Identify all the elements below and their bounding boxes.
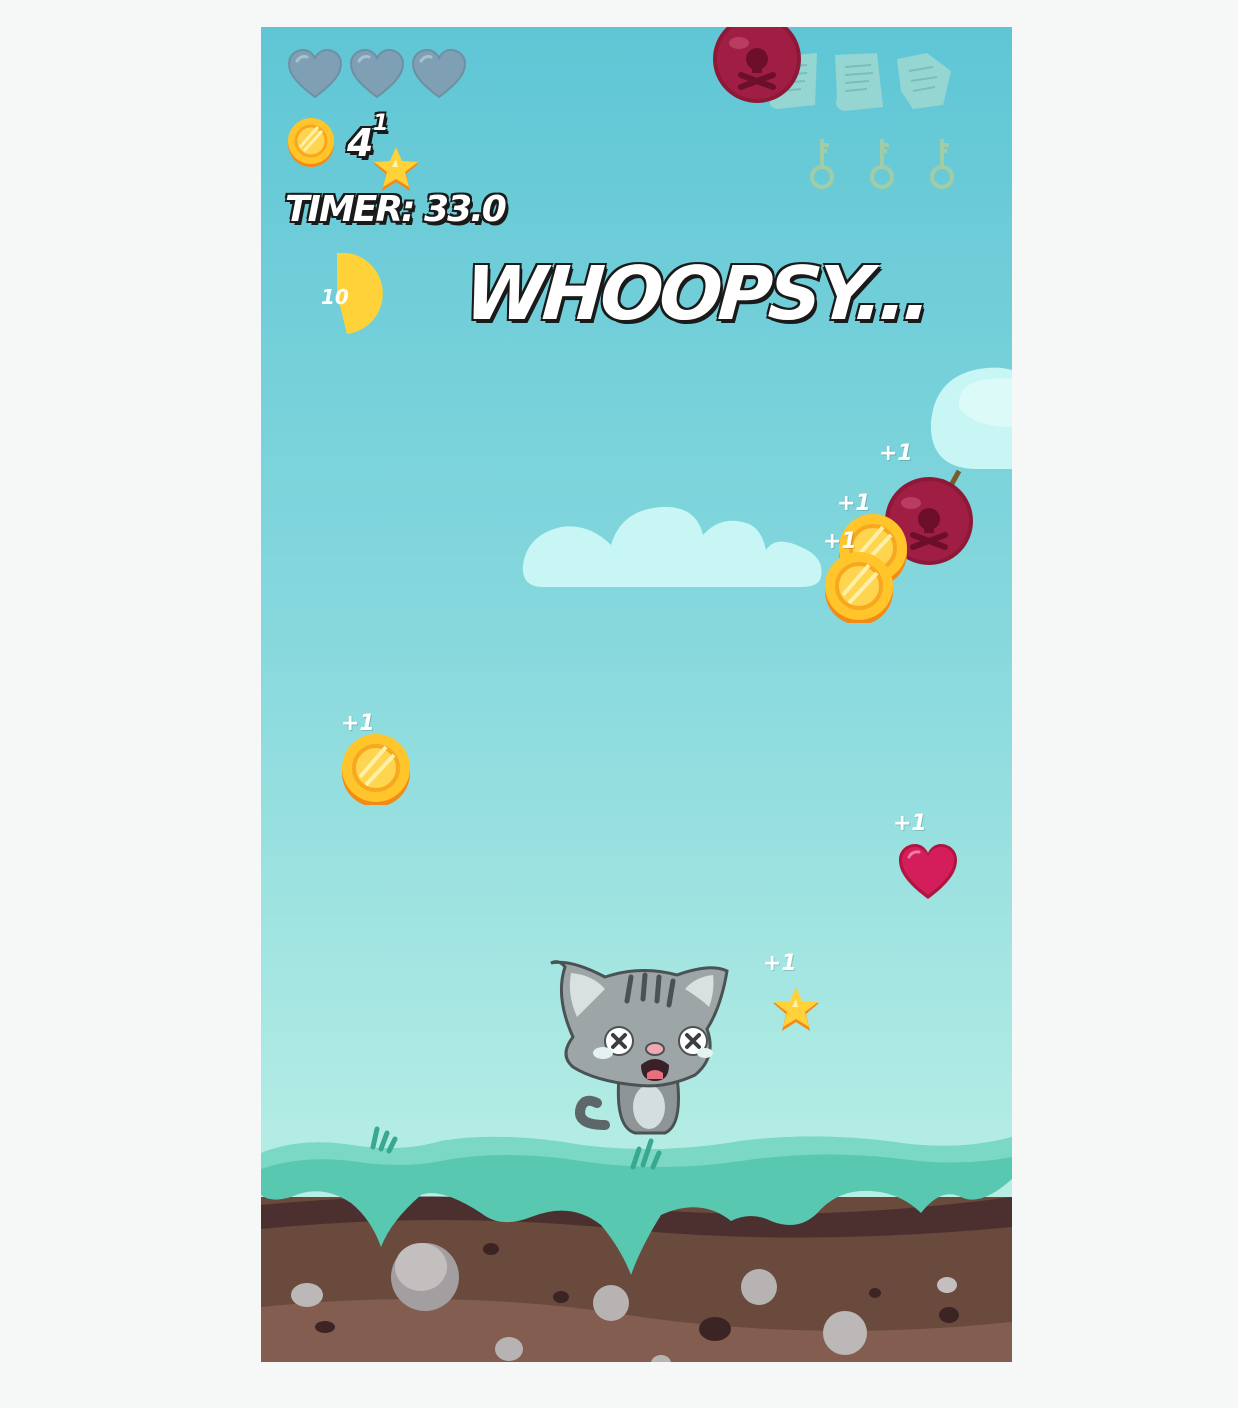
coin-count: 4	[347, 121, 374, 165]
ground-terrain	[261, 1126, 1012, 1362]
heart-empty-icon	[287, 49, 343, 99]
keys-tracker	[807, 137, 957, 191]
lives-container	[287, 49, 467, 99]
combo-value: 10	[321, 285, 349, 309]
heart-pickup-icon[interactable]	[897, 843, 959, 901]
heart-empty-icon	[411, 49, 467, 99]
coin-counter-icon	[288, 118, 334, 167]
scroll-page-icon	[897, 53, 951, 109]
heart-bonus-label: +1	[893, 811, 927, 836]
star-pickup-icon[interactable]	[771, 985, 821, 1033]
timer-text: TIMER: 33.0	[285, 189, 507, 230]
whoopsy-banner: WHOOPSY...	[461, 251, 931, 337]
heart-empty-icon	[349, 49, 405, 99]
coin-bonus-text: 1	[373, 111, 389, 136]
cloud-decoration-edge	[930, 367, 1012, 469]
scroll-page-icon	[835, 53, 883, 111]
game-screen[interactable]: 4 1 TIMER: 33.0 10 WHOOPSY... +1 +1 +1 +…	[261, 27, 1012, 1362]
cat-player[interactable]	[545, 957, 735, 1137]
key-icon	[870, 139, 894, 189]
star-bonus-label: +1	[763, 951, 797, 976]
coin-icon[interactable]	[823, 551, 895, 623]
key-icon	[810, 139, 834, 189]
star-icon	[373, 147, 419, 191]
bomb-icon[interactable]	[711, 27, 803, 105]
coin-icon[interactable]	[340, 733, 412, 805]
key-icon	[930, 139, 954, 189]
cloud-decoration	[522, 506, 822, 587]
